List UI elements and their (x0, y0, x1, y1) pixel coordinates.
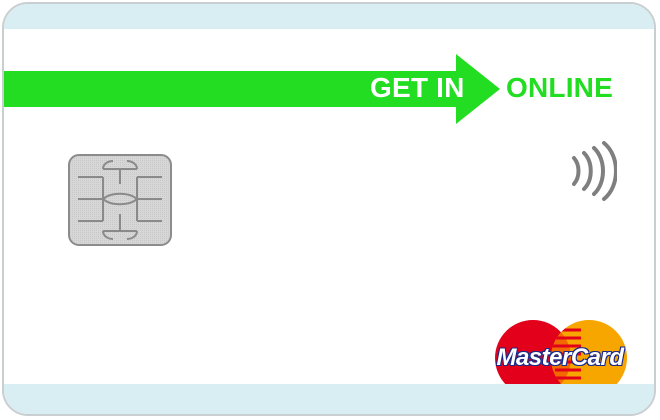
payment-card: GET IN ONLINE MasterCard (2, 2, 656, 416)
emv-chip-svg (68, 154, 172, 246)
slogan-part1: GET IN (370, 72, 465, 103)
bottom-strip (4, 384, 654, 414)
slogan-part2: ONLINE (506, 72, 613, 103)
contactless-svg (572, 141, 617, 201)
top-strip (4, 4, 654, 29)
mastercard-wordmark: MasterCard (496, 344, 624, 371)
contactless-icon (567, 140, 617, 202)
emv-chip-icon (68, 154, 172, 246)
